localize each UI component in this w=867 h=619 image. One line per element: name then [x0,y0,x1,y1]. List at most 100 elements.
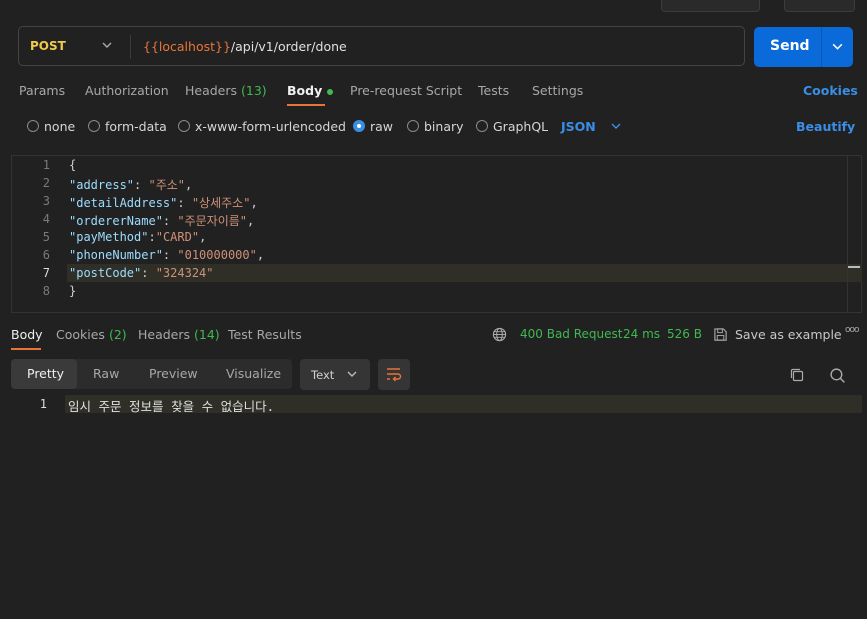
view-pretty[interactable]: Pretty [27,366,64,381]
tab-body-label: Body [287,83,323,98]
code-sep: : [162,214,178,228]
line-number: 5 [42,230,50,244]
send-button[interactable]: Send [754,27,853,67]
code-line: "detailAddress": "상세주소", [69,194,258,211]
view-raw[interactable]: Raw [93,366,119,381]
url-variable: {{localhost}} [143,39,231,54]
headers-count: (13) [241,83,267,98]
active-tab-indicator [287,104,325,106]
radio-raw[interactable] [353,120,365,132]
search-icon[interactable] [829,367,846,388]
request-body-editor[interactable]: 1 {2 "address": "주소", 3 "detailAddress": "상세… [11,155,862,313]
radio-binary-label: binary [424,119,464,134]
code-post: , [185,178,193,192]
line-number: 4 [42,212,50,226]
code-post: , [256,248,265,262]
active-response-tab-indicator [11,348,41,350]
copy-icon[interactable] [789,367,805,387]
resp-tab-cookies-label: Cookies [56,327,105,342]
radio-graphql[interactable] [476,120,488,132]
code-post: , [247,214,255,228]
code-key: "postCode" [69,266,142,280]
code-val: "010000000" [177,248,257,262]
more-options-icon[interactable]: ooo [845,325,859,335]
view-preview[interactable]: Preview [149,366,198,381]
tab-settings[interactable]: Settings [532,83,583,98]
chevron-down-icon [611,123,621,129]
code-val: "주소" [148,178,186,192]
editor-scrollbar[interactable] [847,156,861,312]
tab-headers[interactable]: Headers (13) [185,83,267,98]
save-as-example-button[interactable]: Save as example [735,327,842,342]
radio-urlencoded[interactable] [178,120,190,132]
chevron-down-icon[interactable] [831,40,844,57]
url-input[interactable]: {{localhost}}/api/v1/order/done [143,39,347,54]
code-key: "ordererName" [69,214,163,228]
code-key: "payMethod" [69,230,149,244]
code-line: { [69,158,76,172]
wrap-lines-button[interactable] [378,359,410,390]
code-key: "detailAddress" [69,196,178,210]
top-toolbar-button[interactable] [661,0,760,12]
method-select[interactable]: POST [30,39,66,53]
code-val: "주문자이름" [177,214,248,228]
format-select[interactable]: JSON [561,119,622,134]
resp-tab-cookies[interactable]: Cookies (2) [56,327,127,342]
code-sep: : [162,248,178,262]
code-line: "postCode": "324324" [69,266,214,280]
top-toolbar-button-2[interactable] [784,0,855,12]
radio-binary[interactable] [407,120,419,132]
code-val: "CARD" [155,230,200,244]
code-line: "payMethod":"CARD", [69,230,206,244]
code-post: , [199,230,207,244]
tab-prerequest-script[interactable]: Pre-request Script [350,83,462,98]
view-visualize[interactable]: Visualize [226,366,281,381]
radio-raw-label: raw [370,119,394,134]
code-sep: : [141,266,156,280]
beautify-button[interactable]: Beautify [796,119,855,134]
response-format-select[interactable]: Text [300,359,370,390]
radio-form-data[interactable] [88,120,100,132]
code-pre: } [69,284,77,298]
radio-none-label: none [44,119,76,134]
line-number: 3 [42,194,50,208]
save-icon [713,327,728,346]
line-number: 7 [42,266,50,280]
resp-tab-test-results[interactable]: Test Results [228,327,302,342]
radio-none[interactable] [27,120,39,132]
code-val: "324324" [155,266,214,280]
code-key: "phoneNumber" [69,248,163,262]
wrap-lines-icon [386,367,402,386]
code-pre: { [69,158,77,172]
response-view-segmented: Pretty Raw Preview Visualize [11,359,292,389]
code-key: "address" [69,178,135,192]
response-format-label: Text [311,368,335,382]
code-sep: : [134,178,149,192]
tab-params[interactable]: Params [19,83,65,98]
response-body-text[interactable]: 임시 주문 정보를 찾을 수 없습니다. [68,396,274,415]
cookies-link[interactable]: Cookies [803,83,858,98]
response-time[interactable]: 24 ms [623,327,660,341]
divider [130,35,131,59]
globe-icon[interactable] [492,327,507,346]
status-code[interactable]: 400 Bad Request [520,327,622,341]
tab-tests[interactable]: Tests [478,83,509,98]
tab-body[interactable]: Body [287,83,334,98]
line-number: 1 [42,158,50,172]
resp-tab-headers[interactable]: Headers (14) [138,327,220,342]
line-number: 6 [42,248,50,262]
resp-tab-headers-label: Headers [138,327,191,342]
format-label: JSON [561,119,596,134]
resp-headers-count: (14) [194,327,220,342]
code-sep: : [177,196,192,210]
chevron-down-icon[interactable] [101,39,113,55]
code-line: "ordererName": "주문자이름", [69,212,254,229]
tab-authorization[interactable]: Authorization [85,83,169,98]
code-line: "phoneNumber": "010000000", [69,248,264,262]
tab-headers-label: Headers [185,83,238,98]
code-post: , [250,196,258,210]
code-line: } [69,284,76,298]
response-size[interactable]: 526 B [667,327,702,341]
radio-form-data-label: form-data [105,119,167,134]
resp-tab-body[interactable]: Body [11,327,43,342]
